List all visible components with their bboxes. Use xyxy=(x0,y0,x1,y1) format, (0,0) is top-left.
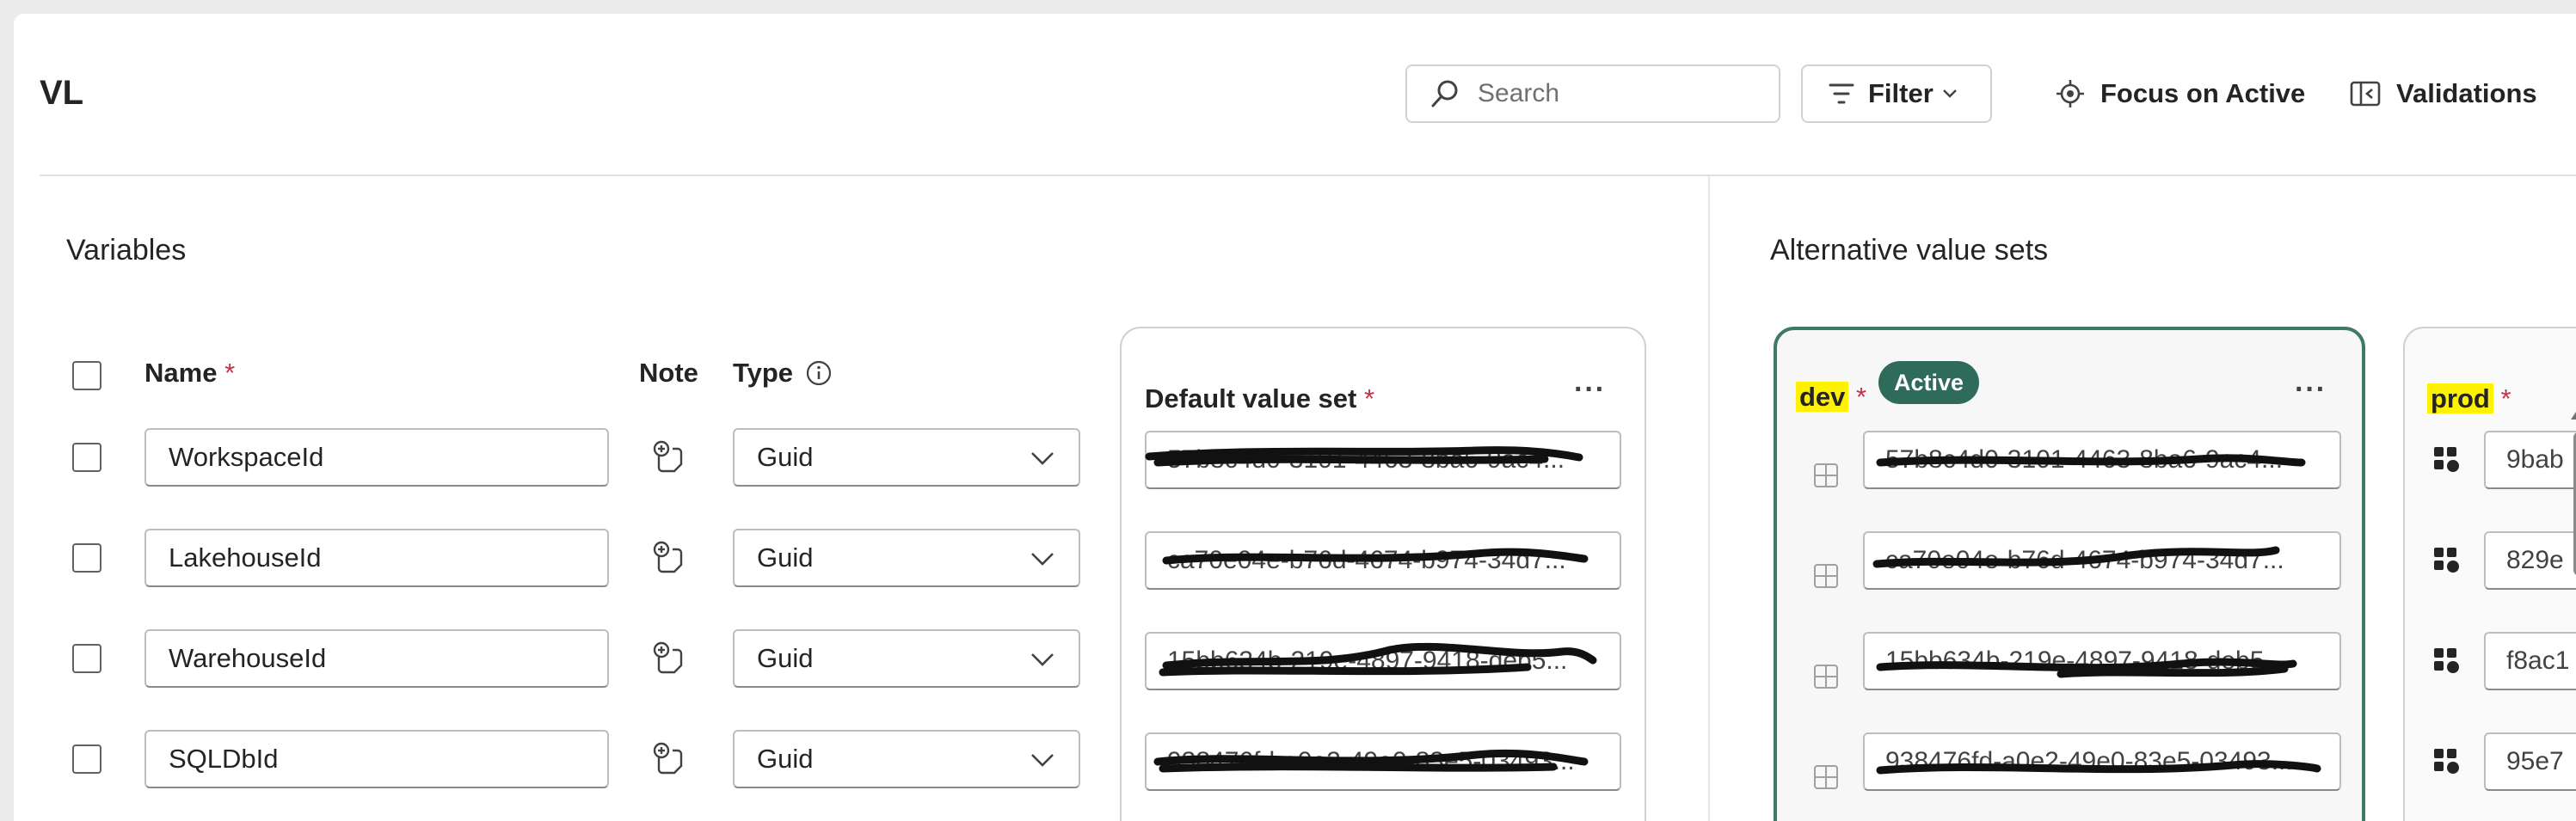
default-value-text: 57b8c4d0-3101-4463-8ba6-9ac4... xyxy=(1167,445,1565,474)
type-value: Guid xyxy=(757,442,814,472)
dev-set-name: dev xyxy=(1796,382,1849,412)
overridden-icon xyxy=(2434,648,2459,673)
default-value-text: 938476fd-a0e2-49e0-83e5-03493... xyxy=(1167,747,1575,775)
validations-icon xyxy=(2350,81,2381,107)
default-value-text: ca70e04e-b76d-4674-b974-34d7... xyxy=(1167,546,1566,574)
required-mark: * xyxy=(1364,383,1375,414)
note-add-icon[interactable] xyxy=(652,641,686,676)
dev-value-input[interactable]: 57b8c4d0-3101-4463-8ba6-9ac4... xyxy=(1863,431,2341,489)
default-set-more-button[interactable]: ··· xyxy=(1574,373,1606,407)
note-add-icon[interactable] xyxy=(652,541,686,575)
required-mark: * xyxy=(224,358,236,388)
scroll-up-arrow[interactable] xyxy=(2571,409,2576,420)
type-dropdown[interactable]: Guid xyxy=(733,529,1080,587)
required-mark: * xyxy=(1856,382,1867,412)
name-header-label: Name xyxy=(144,358,218,388)
default-set-title-label: Default value set xyxy=(1145,383,1357,414)
default-value-input[interactable]: 938476fd-a0e2-49e0-83e5-03493... xyxy=(1145,732,1621,791)
dev-value-text: 938476fd-a0e2-49e0-83e5-03493... xyxy=(1885,747,2293,775)
chevron-down-icon xyxy=(1031,553,1054,566)
column-header-type: Type xyxy=(733,358,833,389)
dev-set-more-button[interactable]: ··· xyxy=(2295,373,2327,407)
grid-cell-icon xyxy=(1814,765,1838,789)
variable-name-input[interactable]: SQLDbId xyxy=(144,730,609,788)
search-input[interactable] xyxy=(1476,78,1755,109)
type-value: Guid xyxy=(757,542,814,573)
column-header-name[interactable]: Name * xyxy=(144,358,235,389)
focus-icon xyxy=(2056,80,2084,107)
filter-button[interactable]: Filter xyxy=(1801,64,1992,123)
required-mark: * xyxy=(2500,383,2511,414)
validations-label: Validations xyxy=(2396,78,2537,108)
grid-cell-icon xyxy=(1814,665,1838,689)
note-add-icon[interactable] xyxy=(652,440,686,475)
overridden-icon xyxy=(2434,447,2459,472)
column-header-note: Note xyxy=(639,358,698,388)
default-value-input[interactable]: ca70e04e-b76d-4674-b974-34d7... xyxy=(1145,531,1621,590)
default-value-text: 15bb634b-219e-4897-9418-deb5... xyxy=(1167,646,1568,675)
active-badge: Active xyxy=(1878,361,1980,404)
type-dropdown[interactable]: Guid xyxy=(733,629,1080,688)
note-add-icon[interactable] xyxy=(652,742,686,776)
validations-button[interactable]: Validations xyxy=(2350,64,2537,123)
dev-set-title: dev * xyxy=(1796,382,1866,413)
chevron-down-icon xyxy=(1031,653,1054,666)
type-value: Guid xyxy=(757,643,814,673)
focus-on-active-button[interactable]: Focus on Active xyxy=(2056,64,2305,123)
prod-value-input[interactable]: 95e7 xyxy=(2484,732,2576,791)
prod-value-input[interactable]: 9bab xyxy=(2484,431,2576,489)
main-card: VL Filter Focus on Active xyxy=(14,14,2576,821)
dev-value-input[interactable]: 938476fd-a0e2-49e0-83e5-03493... xyxy=(1863,732,2341,791)
prod-set-name: prod xyxy=(2427,383,2493,414)
chevron-down-icon xyxy=(1031,754,1054,767)
dev-value-text: 57b8c4d0-3101-4463-8ba6-9ac4... xyxy=(1885,445,2284,474)
alternatives-title: Alternative value sets xyxy=(1770,234,2049,267)
chevron-down-icon xyxy=(1942,89,1957,98)
type-header-label: Type xyxy=(733,358,794,388)
overridden-icon xyxy=(2434,548,2459,573)
row-checkbox[interactable] xyxy=(72,443,101,472)
variable-name-input[interactable]: WorkspaceId xyxy=(144,428,609,487)
focus-label: Focus on Active xyxy=(2100,78,2306,108)
filter-label: Filter xyxy=(1868,78,1934,108)
type-dropdown[interactable]: Guid xyxy=(733,730,1080,788)
section-divider xyxy=(1708,176,1710,821)
page-title: VL xyxy=(40,74,84,112)
row-checkbox[interactable] xyxy=(72,543,101,573)
dev-value-input[interactable]: ca70e04e-b76d-4674-b974-34d7... xyxy=(1863,531,2341,590)
variables-title: Variables xyxy=(66,234,187,267)
default-value-input[interactable]: 15bb634b-219e-4897-9418-deb5... xyxy=(1145,632,1621,690)
variable-name-input[interactable]: LakehouseId xyxy=(144,529,609,587)
grid-cell-icon xyxy=(1814,564,1838,588)
header-divider xyxy=(40,175,2576,176)
dev-value-text: ca70e04e-b76d-4674-b974-34d7... xyxy=(1885,546,2284,574)
row-checkbox[interactable] xyxy=(72,744,101,774)
default-value-input[interactable]: 57b8c4d0-3101-4463-8ba6-9ac4... xyxy=(1145,431,1621,489)
dev-value-text: 15bb634b-219e-4897-9418-deb5... xyxy=(1885,646,2286,675)
search-box[interactable] xyxy=(1405,64,1780,123)
info-icon[interactable] xyxy=(805,359,833,387)
type-value: Guid xyxy=(757,744,814,774)
type-dropdown[interactable]: Guid xyxy=(733,428,1080,487)
prod-value-input[interactable]: f8ac1 xyxy=(2484,632,2576,690)
row-checkbox[interactable] xyxy=(72,644,101,673)
grid-cell-icon xyxy=(1814,463,1838,487)
overridden-icon xyxy=(2434,749,2459,774)
prod-set-title: prod * xyxy=(2427,383,2511,414)
dev-value-input[interactable]: 15bb634b-219e-4897-9418-deb5... xyxy=(1863,632,2341,690)
variable-name-input[interactable]: WarehouseId xyxy=(144,629,609,688)
select-all-checkbox[interactable] xyxy=(72,361,101,390)
chevron-down-icon xyxy=(1031,452,1054,465)
prod-value-input[interactable]: 829e xyxy=(2484,531,2576,590)
filter-icon xyxy=(1829,83,1854,104)
default-set-title: Default value set * xyxy=(1145,383,1374,414)
search-icon xyxy=(1431,80,1458,107)
